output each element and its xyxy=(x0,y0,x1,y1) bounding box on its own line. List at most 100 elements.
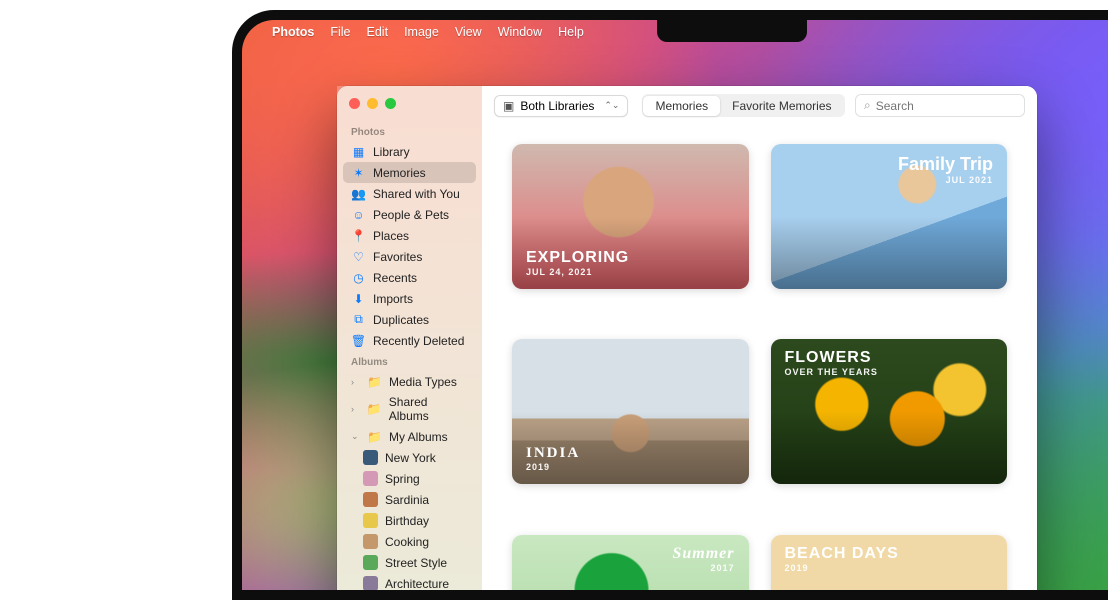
album-thumbnail xyxy=(363,471,378,486)
sidebar-item-places[interactable]: 📍 Places xyxy=(343,225,476,246)
laptop-frame: Photos File Edit Image View Window Help … xyxy=(232,10,1108,600)
trash-icon: 🗑 xyxy=(351,333,366,348)
memory-subtitle: OVER THE YEARS xyxy=(785,367,878,377)
libraries-icon: ▣ xyxy=(503,99,514,113)
search-input[interactable] xyxy=(876,99,1031,113)
sidebar-item-label: Media Types xyxy=(389,375,457,389)
library-selector[interactable]: ▣ Both Libraries ⌃⌄ xyxy=(494,95,628,117)
chevron-right-icon[interactable]: › xyxy=(351,404,360,414)
sidebar-item-label: Memories xyxy=(373,166,426,180)
main-pane: ▣ Both Libraries ⌃⌄ Memories Favorite Me… xyxy=(482,86,1037,590)
album-label: Birthday xyxy=(385,514,429,528)
memory-card[interactable]: Summer 2017 xyxy=(512,535,749,590)
memories-icon: ✶ xyxy=(351,165,366,180)
memory-title: Summer xyxy=(672,545,734,563)
minimize-button[interactable] xyxy=(367,98,378,109)
card-text: Family Trip JUL 2021 xyxy=(898,154,993,185)
album-thumbnail xyxy=(363,492,378,507)
sidebar-item-label: Favorites xyxy=(373,250,422,264)
album-thumbnail xyxy=(363,576,378,590)
folder-icon: 📁 xyxy=(367,429,382,444)
sidebar-section-albums: Albums xyxy=(343,351,476,371)
album-birthday[interactable]: Birthday xyxy=(343,510,476,531)
menu-file[interactable]: File xyxy=(330,25,350,39)
sidebar-item-label: People & Pets xyxy=(373,208,449,222)
memory-title: Flowers xyxy=(785,349,878,367)
sidebar-item-people-pets[interactable]: ☺ People & Pets xyxy=(343,204,476,225)
clock-icon: ◷ xyxy=(351,270,366,285)
memory-card[interactable]: INDIA 2019 xyxy=(512,339,749,484)
sidebar-item-label: Imports xyxy=(373,292,413,306)
folder-icon: 📁 xyxy=(367,402,382,417)
card-text: Flowers OVER THE YEARS xyxy=(785,349,878,377)
album-label: Street Style xyxy=(385,556,447,570)
sidebar-item-my-albums[interactable]: ⌄ 📁 My Albums xyxy=(343,426,476,447)
sidebar-item-label: Recently Deleted xyxy=(373,334,464,348)
chevron-down-icon[interactable]: ⌄ xyxy=(351,431,360,442)
library-selector-label: Both Libraries xyxy=(520,99,594,113)
sidebar-item-duplicates[interactable]: ⧉ Duplicates xyxy=(343,309,476,330)
view-segment: Memories Favorite Memories xyxy=(642,94,845,117)
shared-icon: 👥 xyxy=(351,186,366,201)
fullscreen-button[interactable] xyxy=(385,98,396,109)
sidebar-item-label: Shared with You xyxy=(373,187,460,201)
card-text: BEACH DAYS 2019 xyxy=(785,545,899,573)
memory-card[interactable]: Family Trip JUL 2021 xyxy=(771,144,1008,289)
duplicates-icon: ⧉ xyxy=(351,312,366,327)
search-icon: ⌕ xyxy=(864,98,871,113)
tab-memories[interactable]: Memories xyxy=(643,96,720,116)
import-icon: ⬇ xyxy=(351,291,366,306)
album-sardinia[interactable]: Sardinia xyxy=(343,489,476,510)
memory-subtitle: 2019 xyxy=(785,563,899,573)
album-label: Cooking xyxy=(385,535,429,549)
memory-card[interactable]: EXPLORING JUL 24, 2021 xyxy=(512,144,749,289)
memory-subtitle: 2017 xyxy=(672,563,734,573)
sidebar-item-memories[interactable]: ✶ Memories xyxy=(343,162,476,183)
menu-image[interactable]: Image xyxy=(404,25,439,39)
memories-grid: EXPLORING JUL 24, 2021 Family Trip JUL 2… xyxy=(482,126,1037,590)
card-text: Summer 2017 xyxy=(672,545,734,573)
sidebar: Photos ▦ Library✶ Memories👥 Shared with … xyxy=(337,86,482,590)
memory-subtitle: JUL 24, 2021 xyxy=(526,267,629,277)
album-label: Spring xyxy=(385,472,420,486)
album-cooking[interactable]: Cooking xyxy=(343,531,476,552)
close-button[interactable] xyxy=(349,98,360,109)
album-street-style[interactable]: Street Style xyxy=(343,552,476,573)
menu-help[interactable]: Help xyxy=(558,25,584,39)
tab-favorite-memories[interactable]: Favorite Memories xyxy=(720,96,843,116)
album-new-york[interactable]: New York xyxy=(343,447,476,468)
menu-view[interactable]: View xyxy=(455,25,482,39)
album-label: Sardinia xyxy=(385,493,429,507)
album-spring[interactable]: Spring xyxy=(343,468,476,489)
sidebar-item-library[interactable]: ▦ Library xyxy=(343,141,476,162)
sidebar-item-label: Shared Albums xyxy=(389,395,468,423)
toolbar: ▣ Both Libraries ⌃⌄ Memories Favorite Me… xyxy=(482,86,1037,126)
memory-card[interactable]: BEACH DAYS 2019 xyxy=(771,535,1008,590)
sidebar-item-recents[interactable]: ◷ Recents xyxy=(343,267,476,288)
sidebar-item-label: Places xyxy=(373,229,409,243)
search-field[interactable]: ⌕ xyxy=(855,94,1025,117)
album-architecture[interactable]: Architecture xyxy=(343,573,476,590)
menu-edit[interactable]: Edit xyxy=(367,25,389,39)
menubar-app-name[interactable]: Photos xyxy=(272,25,314,39)
album-label: New York xyxy=(385,451,436,465)
sidebar-item-media-types[interactable]: › 📁 Media Types xyxy=(343,371,476,392)
album-thumbnail xyxy=(363,450,378,465)
sidebar-item-recently-deleted[interactable]: 🗑 Recently Deleted xyxy=(343,330,476,351)
notch xyxy=(657,20,807,42)
album-label: Architecture xyxy=(385,577,449,591)
menu-window[interactable]: Window xyxy=(498,25,542,39)
memory-card[interactable]: Flowers OVER THE YEARS xyxy=(771,339,1008,484)
chevron-updown-icon: ⌃⌄ xyxy=(604,100,619,111)
chevron-right-icon[interactable]: › xyxy=(351,377,360,387)
album-thumbnail xyxy=(363,555,378,570)
places-icon: 📍 xyxy=(351,228,366,243)
sidebar-item-shared-albums[interactable]: › 📁 Shared Albums xyxy=(343,392,476,426)
memory-title: BEACH DAYS xyxy=(785,545,899,563)
photos-window: Photos ▦ Library✶ Memories👥 Shared with … xyxy=(337,86,1037,590)
card-text: EXPLORING JUL 24, 2021 xyxy=(526,249,629,277)
sidebar-item-shared-with-you[interactable]: 👥 Shared with You xyxy=(343,183,476,204)
sidebar-item-favorites[interactable]: ♡ Favorites xyxy=(343,246,476,267)
folder-icon: 📁 xyxy=(367,374,382,389)
sidebar-item-imports[interactable]: ⬇ Imports xyxy=(343,288,476,309)
